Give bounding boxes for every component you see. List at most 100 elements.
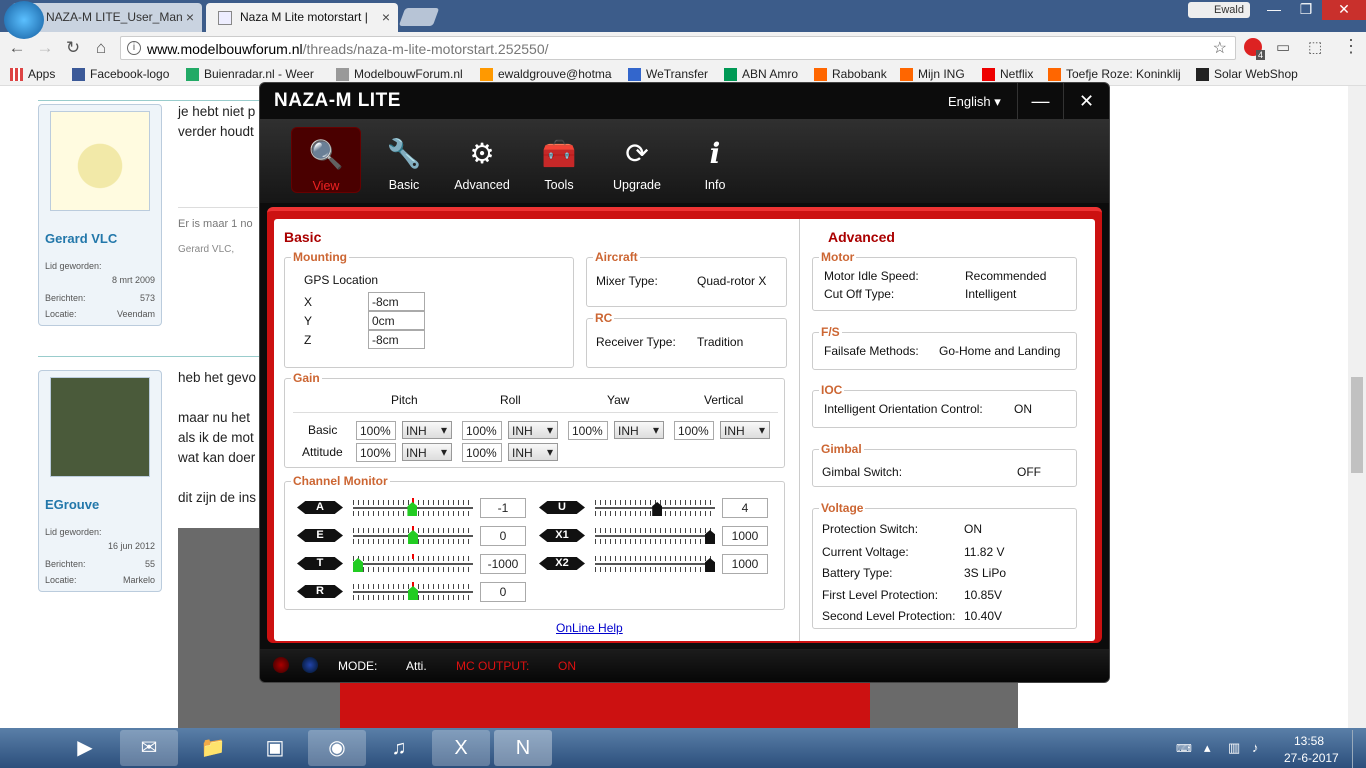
cut-off-type-label: Cut Off Type: [824,287,895,301]
volume-icon[interactable]: ♪ [1252,740,1259,755]
bookmark-apps[interactable]: Apps [10,67,55,81]
username[interactable]: Gerard VLC [45,231,117,246]
user-joined: Lid geworden: [45,261,102,271]
maximize-window-button[interactable]: ❐ [1290,0,1322,20]
tab-forum-thread[interactable]: Naza M Lite motorstart | × [206,3,398,32]
first-level-protection-label: First Level Protection: [822,588,939,602]
chrome-icon[interactable]: ◉ [308,730,366,766]
username[interactable]: EGrouve [45,497,99,512]
tab-advanced[interactable]: ⚙ Advanced [447,127,517,193]
pitch-attitude-select[interactable]: INH [402,443,452,461]
avatar[interactable] [50,377,150,477]
protection-switch-value: ON [964,522,982,536]
show-desktop-button[interactable] [1352,730,1366,768]
address-bar[interactable]: i www.modelbouwforum.nl/threads/naza-m-l… [120,36,1236,60]
close-tab-icon[interactable]: × [382,9,390,25]
vertical-basic-gain[interactable]: 100% [674,421,714,440]
channel-a-label: A [297,501,343,514]
second-level-protection-label: Second Level Protection: [822,609,956,623]
bookmark-abn-amro[interactable]: ABN Amro [724,67,798,81]
close-tab-icon[interactable]: × [186,9,194,25]
tab-label: NAZA-M LITE_User_Man [46,10,183,24]
media-player-icon[interactable]: ▶ [56,730,114,766]
outlook-icon[interactable]: ✉ [120,730,178,766]
protection-switch-label: Protection Switch: [822,522,919,536]
reload-icon[interactable]: ↻ [62,38,84,58]
tab-tools[interactable]: 🧰 Tools [524,127,594,193]
spotify-icon[interactable]: ♫ [370,730,428,766]
user-location: Locatie: Veendam [45,309,155,319]
bookmark-rabobank[interactable]: Rabobank [814,67,887,81]
channel-x1-value: 1000 [722,526,768,546]
home-icon[interactable]: ⌂ [90,38,112,58]
roll-basic-select[interactable]: INH [508,421,558,439]
aircraft-section: Aircraft Mixer Type: Quad-rotor X [586,250,787,307]
post-text-line: wat kan doer [178,450,256,465]
channel-t-value: -1000 [480,554,526,574]
minimize-window-button[interactable]: — [1258,0,1290,20]
forward-icon[interactable]: → [34,38,56,58]
advanced-heading: Advanced [828,229,895,245]
toolbox-icon: 🧰 [541,138,577,169]
roll-attitude-select[interactable]: INH [508,443,558,461]
language-select[interactable]: English ▾ [948,94,1001,110]
minimize-app-button[interactable]: — [1017,83,1063,119]
keyboard-icon[interactable]: ⌨ [1176,742,1192,755]
user-location: Locatie: Markelo [45,575,155,585]
package-icon[interactable]: ▣ [246,730,304,766]
bookmark-toefje-roze[interactable]: Toefje Roze: Koninklij [1048,67,1182,81]
bookmark-modelbouwforum[interactable]: ModelbouwForum.nl [336,67,463,81]
naza-assistant-icon[interactable]: N [494,730,552,766]
rc-section: RC Receiver Type: Tradition [586,311,787,368]
info-icon[interactable]: i [127,41,141,55]
pdf-extension-icon[interactable]: ⬚ [1308,38,1322,56]
excel-icon[interactable]: X [432,730,490,766]
extension-badge: 4 [1256,50,1266,60]
gain-divider [293,412,778,413]
clock-date[interactable]: 27-6-2017 [1284,751,1339,765]
bookmark-wetransfer[interactable]: WeTransfer [628,67,708,81]
roll-basic-gain[interactable]: 100% [462,421,502,440]
cast-icon[interactable]: ▭ [1276,38,1290,56]
menu-icon[interactable]: ⋮ [1342,36,1360,57]
bookmark-netflix[interactable]: Netflix [982,67,1033,81]
bookmark-buienradar[interactable]: Buienradar.nl - Weer [186,67,320,81]
bookmark-ing[interactable]: Mijn ING [900,67,965,81]
clock-time[interactable]: 13:58 [1294,734,1324,748]
yaw-basic-select[interactable]: INH [614,421,664,439]
gimbal-switch-label: Gimbal Switch: [822,465,903,479]
browser-tab-bar [0,0,1366,32]
post-text-line: maar nu het [178,410,251,425]
tab-view[interactable]: 🔍 View [291,127,361,193]
pitch-basic-gain[interactable]: 100% [356,421,396,440]
online-help-link[interactable]: OnLine Help [556,621,623,635]
scrollbar-thumb[interactable] [1351,377,1363,473]
pitch-basic-select[interactable]: INH [402,421,452,439]
bookmark-star-icon[interactable]: ☆ [1213,38,1227,58]
pitch-attitude-gain[interactable]: 100% [356,443,396,462]
yaw-basic-gain[interactable]: 100% [568,421,608,440]
network-icon[interactable]: ▥ [1228,740,1240,756]
start-button[interactable] [4,1,44,39]
ioc-label: Intelligent Orientation Control: [824,402,983,416]
forum-favicon-icon [218,11,232,25]
tray-arrow-icon[interactable]: ▴ [1204,740,1211,756]
new-tab-button[interactable] [398,8,440,26]
vertical-basic-select[interactable]: INH [720,421,770,439]
close-window-button[interactable]: ✕ [1322,0,1366,20]
mixer-type-label: Mixer Type: [596,274,658,288]
tab-info[interactable]: i Info [680,127,750,193]
channel-t-slider [353,554,473,574]
avatar[interactable] [50,111,150,211]
bookmark-solar-webshop[interactable]: Solar WebShop [1196,67,1298,81]
tab-basic[interactable]: 🔧 Basic [369,127,439,193]
profile-button[interactable]: Ewald [1188,2,1250,18]
bookmark-hotmail[interactable]: ewaldgrouve@hotma [480,67,614,81]
channel-e-slider [353,526,473,546]
file-explorer-icon[interactable]: 📁 [184,730,242,766]
back-icon[interactable]: ← [6,38,28,58]
roll-attitude-gain[interactable]: 100% [462,443,502,462]
bookmark-facebook[interactable]: Facebook-logo [72,67,169,81]
tab-upgrade[interactable]: ⟳ Upgrade [602,127,672,193]
close-app-button[interactable]: ✕ [1063,83,1109,119]
